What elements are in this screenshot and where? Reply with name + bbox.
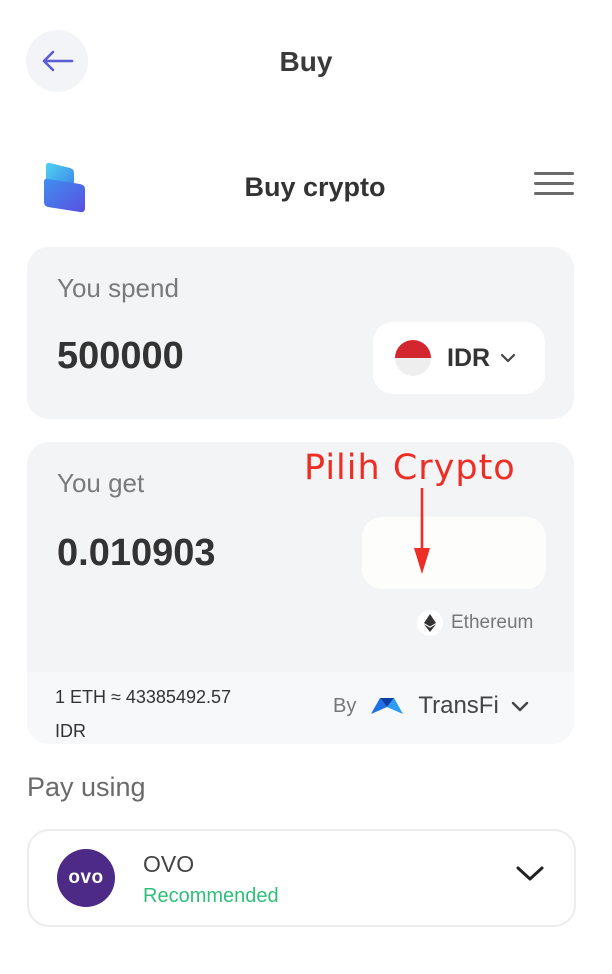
rate-strip: 1 ETH ≈ 43385492.57 IDR By TransFi <box>27 672 574 744</box>
flag-id-icon <box>395 340 431 376</box>
currency-code: IDR <box>447 343 491 372</box>
spend-label: You spend <box>57 273 179 303</box>
annotation-label: Pilih Crypto <box>304 448 516 488</box>
recommended-badge: Recommended <box>143 885 279 907</box>
chevron-down-icon <box>500 353 516 363</box>
pay-using-label: Pay using <box>27 772 146 802</box>
widget-title: Buy crypto <box>244 172 386 202</box>
currency-select[interactable]: IDR <box>373 322 545 394</box>
transfi-icon <box>371 698 404 714</box>
provider-name: TransFi <box>418 692 499 719</box>
spend-card: You spend 500000 IDR <box>27 247 574 419</box>
menu-icon[interactable] <box>534 172 574 200</box>
exchange-rate-currency: IDR <box>55 721 86 741</box>
crypto-select[interactable] <box>362 517 546 589</box>
chevron-down-icon <box>511 701 528 711</box>
exchange-rate: 1 ETH ≈ 43385492.57 IDR <box>55 680 231 744</box>
ethereum-icon <box>417 610 443 636</box>
page-title: Buy <box>279 46 333 77</box>
get-amount: 0.010903 <box>57 532 216 574</box>
get-label: You get <box>57 468 145 498</box>
payment-method-name: OVO <box>143 851 195 877</box>
network-label: Ethereum <box>417 610 533 636</box>
chevron-down-icon <box>516 866 544 881</box>
ovo-logo: ovo <box>57 849 115 907</box>
provider-select[interactable]: By TransFi <box>333 692 529 720</box>
by-label: By <box>333 694 357 717</box>
exchange-rate-value: 1 ETH ≈ 43385492.57 <box>55 687 232 707</box>
arrow-down-icon <box>414 488 430 574</box>
network-name: Ethereum <box>451 612 534 633</box>
spend-amount-input[interactable]: 500000 <box>57 335 184 378</box>
payment-method-select[interactable]: ovo OVO Recommended <box>27 829 576 927</box>
